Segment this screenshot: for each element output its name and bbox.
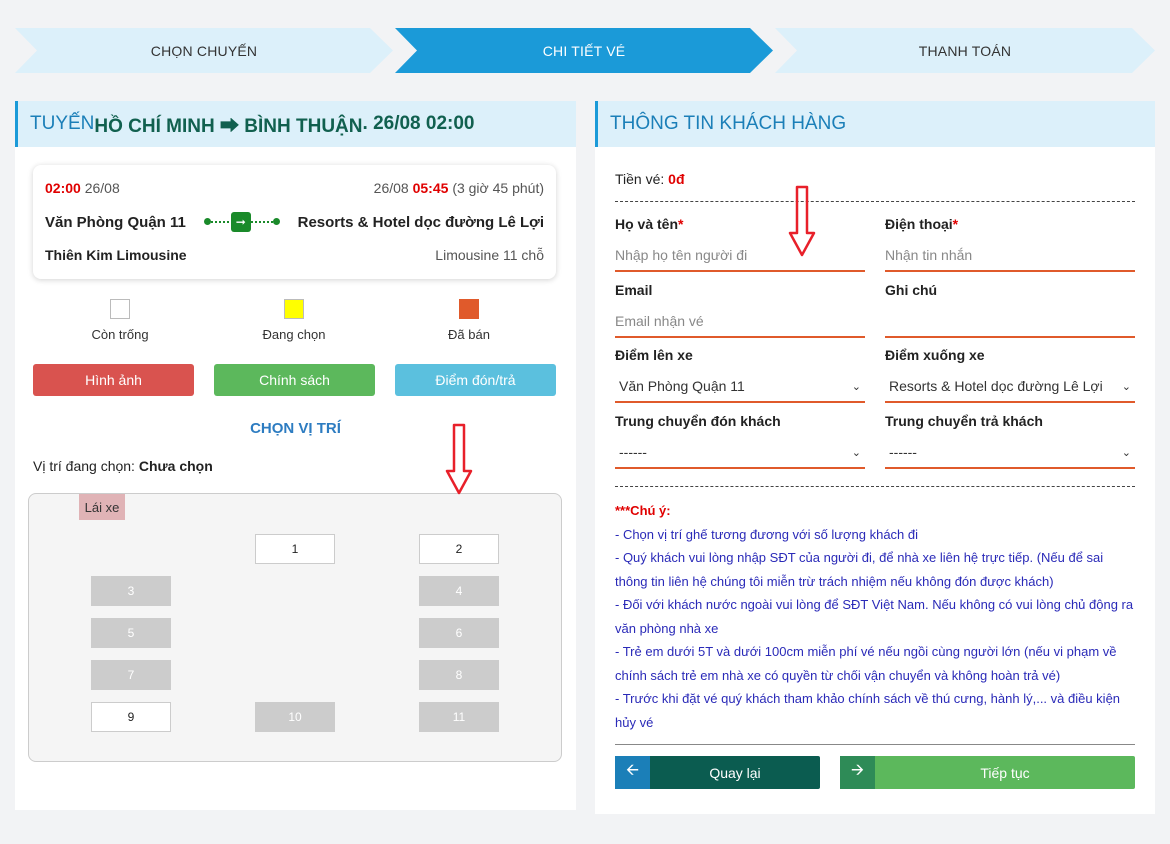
trip-card: 02:00 26/08 26/08 05:45 (3 giờ 45 phút) …	[33, 165, 556, 279]
pickup-point-select[interactable]: Văn Phòng Quận 11 ⌄	[615, 371, 865, 403]
notes-title: ***Chú ý:	[615, 503, 671, 518]
trip-panel: TUYẾN HỒ CHÍ MINH ⮕ BÌNH THUẬN . 26/08 0…	[15, 101, 576, 810]
chevron-down-icon: ⌄	[1121, 380, 1131, 393]
note-field: Ghi chú	[885, 282, 1135, 338]
seat-3: 3	[91, 576, 171, 606]
arrow-right-icon: 🡪	[840, 756, 875, 789]
ticket-price-value: 0đ	[668, 171, 685, 187]
trip-duration: (3 giờ 45 phút)	[452, 180, 544, 196]
choose-seat-title: CHỌN VỊ TRÍ	[250, 420, 341, 437]
route-prefix: TUYẾN	[30, 113, 95, 134]
customer-panel-header: THÔNG TIN KHÁCH HÀNG	[595, 101, 1155, 147]
current-seat-value: Chưa chọn	[138, 458, 213, 474]
policy-button[interactable]: Chính sách	[214, 364, 375, 396]
dropoff-point-field: Điểm xuống xe Resorts & Hotel dọc đường …	[885, 347, 1135, 403]
route-datetime: . 26/08 02:00	[362, 113, 475, 134]
seat-10: 10	[255, 702, 335, 732]
driver-seat: Lái xe	[79, 494, 125, 520]
images-button[interactable]: Hình ảnh	[33, 364, 194, 396]
email-field: Email	[615, 282, 865, 338]
seat-6: 6	[419, 618, 499, 648]
divider	[615, 744, 1135, 745]
transfer-pickup-field: Trung chuyển đón khách ------ ⌄	[615, 413, 865, 469]
arrive-time: 05:45	[412, 180, 449, 196]
trip-panel-header: TUYẾN HỒ CHÍ MINH ⮕ BÌNH THUẬN . 26/08 0…	[15, 101, 576, 147]
route-name: HỒ CHÍ MINH ⮕ BÌNH THUẬN	[94, 115, 363, 137]
phone-input[interactable]	[885, 240, 1135, 272]
step-ticket-details[interactable]: CHI TIẾT VÉ	[395, 28, 773, 73]
seat-1[interactable]: 1	[255, 534, 335, 564]
seat-11: 11	[419, 702, 499, 732]
legend-swatch-available	[110, 299, 130, 319]
ticket-price: Tiền vé: 0đ	[615, 171, 685, 187]
seat-4: 4	[419, 576, 499, 606]
trip-from: Văn Phòng Quận 11	[45, 213, 186, 231]
seat-8: 8	[419, 660, 499, 690]
trip-to: Resorts & Hotel dọc đường Lê Lợi	[297, 213, 544, 231]
note-item: - Quý khách vui lòng nhập SĐT của người …	[615, 550, 1104, 589]
depart-time: 02:00	[45, 180, 81, 196]
notes-section: ***Chú ý: - Chọn vị trí ghế tương đương …	[615, 499, 1135, 734]
route-arrow-icon: ➞	[203, 212, 280, 232]
seat-9[interactable]: 9	[91, 702, 171, 732]
divider	[615, 201, 1135, 202]
arrow-left-icon: 🡨	[615, 756, 650, 789]
depart-date: 26/08	[84, 180, 120, 196]
legend-swatch-selecting	[284, 299, 304, 319]
annotation-arrow-down-icon	[445, 423, 473, 495]
current-seat: Vị trí đang chọn: Chưa chọn	[33, 458, 213, 474]
progress-steps: CHỌN CHUYẾN CHI TIẾT VÉ THANH TOÁN	[15, 28, 1155, 73]
transfer-dropoff-field: Trung chuyển trả khách ------ ⌄	[885, 413, 1135, 469]
step-payment[interactable]: THANH TOÁN	[775, 28, 1155, 73]
divider	[615, 486, 1135, 487]
transfer-pickup-select[interactable]: ------ ⌄	[615, 437, 865, 469]
chevron-down-icon: ⌄	[1121, 446, 1131, 459]
note-item: - Đối với khách nước ngoài vui lòng để S…	[615, 597, 1134, 636]
customer-panel: THÔNG TIN KHÁCH HÀNG Tiền vé: 0đ Họ và t…	[595, 101, 1155, 814]
back-button[interactable]: 🡨 Quay lại	[615, 756, 820, 789]
chevron-down-icon: ⌄	[851, 380, 861, 393]
trip-vehicle: Limousine 11 chỗ	[435, 247, 544, 263]
dropoff-point-select[interactable]: Resorts & Hotel dọc đường Lê Lợi ⌄	[885, 371, 1135, 403]
pickup-point-field: Điểm lên xe Văn Phòng Quận 11 ⌄	[615, 347, 865, 403]
seat-2[interactable]: 2	[419, 534, 499, 564]
email-input[interactable]	[615, 306, 865, 338]
seat-5: 5	[91, 618, 171, 648]
chevron-down-icon: ⌄	[851, 446, 861, 459]
note-item: - Trẻ em dưới 5T và dưới 100cm miễn phí …	[615, 644, 1117, 683]
arrive-date: 26/08	[373, 180, 409, 196]
pickup-dropoff-button[interactable]: Điểm đón/trả	[395, 364, 556, 396]
note-item: - Chọn vị trí ghế tương đương với số lượ…	[615, 526, 919, 542]
step-choose-trip[interactable]: CHỌN CHUYẾN	[15, 28, 393, 73]
legend-sold: Đã bán	[429, 299, 509, 342]
phone-field: Điện thoại*	[885, 216, 1135, 272]
seat-map: Lái xe 1 2 3 4 5 6 7 8 9 10 11	[28, 493, 562, 762]
continue-button[interactable]: 🡪 Tiếp tục	[840, 756, 1135, 789]
note-input[interactable]	[885, 306, 1135, 338]
trip-operator: Thiên Kim Limousine	[45, 247, 187, 263]
transfer-dropoff-select[interactable]: ------ ⌄	[885, 437, 1135, 469]
annotation-arrow-down-icon	[788, 185, 816, 257]
name-input[interactable]	[615, 240, 865, 272]
seat-7: 7	[91, 660, 171, 690]
name-field: Họ và tên*	[615, 216, 865, 272]
legend-available: Còn trống	[80, 299, 160, 342]
note-item: - Trước khi đặt vé quý khách tham khảo c…	[615, 691, 1121, 730]
legend-swatch-sold	[459, 299, 479, 319]
legend-selecting: Đang chọn	[254, 299, 334, 342]
